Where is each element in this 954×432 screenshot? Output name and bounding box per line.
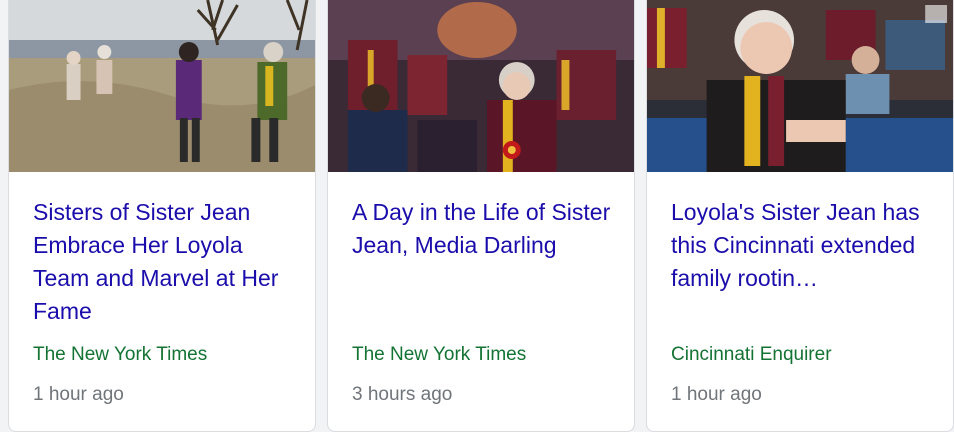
news-card[interactable]: A Day in the Life of Sister Jean, Media …: [327, 0, 635, 432]
news-source: The New York Times: [352, 344, 527, 365]
news-timestamp: 3 hours ago: [352, 384, 453, 405]
top-stories-carousel: Sisters of Sister Jean Embrace Her Loyol…: [0, 0, 954, 432]
news-source: The New York Times: [33, 344, 208, 365]
news-headline[interactable]: Loyola's Sister Jean has this Cincinnati…: [671, 196, 933, 295]
news-card[interactable]: Sisters of Sister Jean Embrace Her Loyol…: [8, 0, 316, 432]
news-headline[interactable]: A Day in the Life of Sister Jean, Media …: [352, 196, 616, 262]
news-headline[interactable]: Sisters of Sister Jean Embrace Her Loyol…: [33, 196, 297, 328]
news-timestamp: 1 hour ago: [671, 384, 762, 405]
news-source: Cincinnati Enquirer: [671, 344, 832, 365]
news-thumbnail[interactable]: [647, 0, 953, 172]
news-thumbnail[interactable]: [328, 0, 634, 172]
news-timestamp: 1 hour ago: [33, 384, 124, 405]
news-card[interactable]: Loyola's Sister Jean has this Cincinnati…: [646, 0, 954, 432]
news-thumbnail[interactable]: [9, 0, 315, 172]
